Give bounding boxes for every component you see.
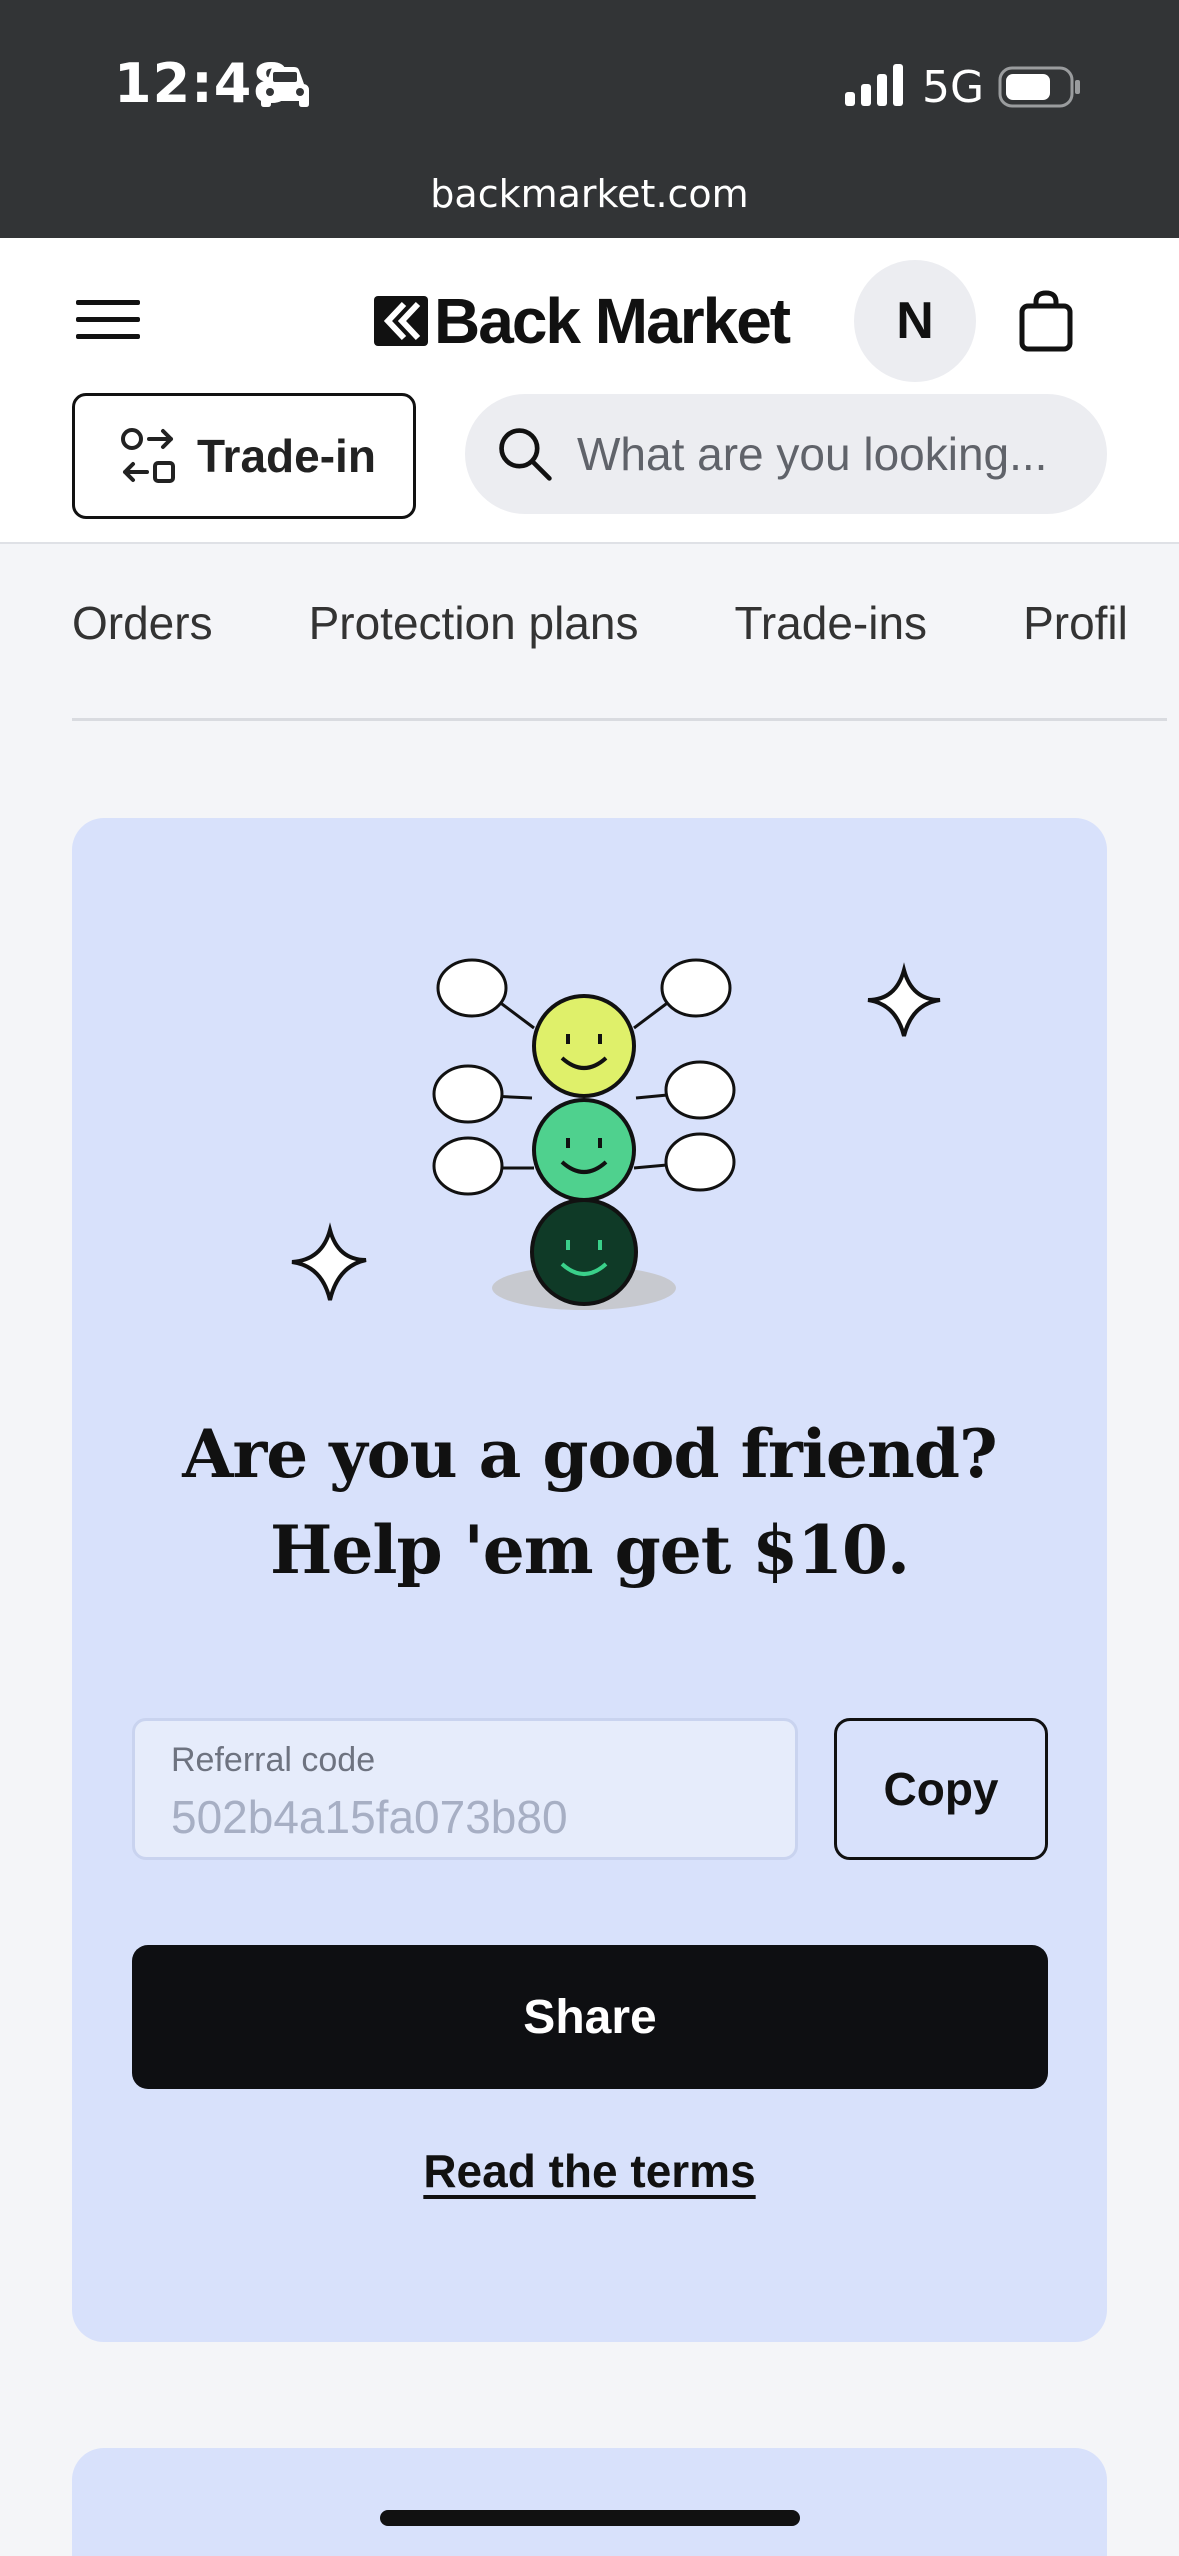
trade-in-label: Trade-in xyxy=(197,430,376,482)
tab-orders[interactable]: Orders xyxy=(72,596,213,650)
smiley-illustration xyxy=(291,958,941,1310)
sparkle-icon xyxy=(291,1222,367,1301)
signal-icon xyxy=(845,64,903,106)
headline-line-1: Are you a good friend? xyxy=(182,1415,997,1493)
sparkle-icon xyxy=(867,962,941,1037)
copy-button[interactable]: Copy xyxy=(834,1718,1048,1860)
url-bar[interactable]: backmarket.com xyxy=(0,172,1179,216)
tab-protection-plans[interactable]: Protection plans xyxy=(309,596,639,650)
tab-trade-ins[interactable]: Trade-ins xyxy=(734,596,927,650)
referral-headline: Are you a good friend? Help 'em get $10. xyxy=(72,1406,1107,1598)
account-tabs: Orders Protection plans Trade-ins Profil xyxy=(72,596,1179,720)
avatar[interactable]: N xyxy=(854,260,976,382)
referral-card: Are you a good friend? Help 'em get $10.… xyxy=(72,818,1107,2342)
search-input[interactable] xyxy=(577,427,1107,481)
search-icon xyxy=(499,428,552,481)
trade-in-icon xyxy=(121,428,175,483)
tabs-divider xyxy=(72,718,1167,721)
tab-profile[interactable]: Profil xyxy=(1023,596,1128,650)
referral-code-field[interactable]: Referral code 502b4a15fa073b80 xyxy=(132,1718,798,1860)
car-icon xyxy=(261,67,309,107)
back-market-logo[interactable]: Back Market xyxy=(374,285,791,357)
battery-icon xyxy=(998,66,1080,108)
network-type: 5G xyxy=(922,62,985,113)
home-indicator xyxy=(380,2510,800,2526)
logo-text: Back Market xyxy=(434,285,791,357)
search-bar[interactable] xyxy=(465,394,1107,514)
read-terms-link[interactable]: Read the terms xyxy=(72,2144,1107,2198)
status-bar: 12:48 5G backmarket.com xyxy=(0,0,1179,238)
bag-icon[interactable] xyxy=(1018,290,1074,352)
headline-line-2: Help 'em get $10. xyxy=(270,1511,910,1589)
share-button[interactable]: Share xyxy=(132,1945,1048,2089)
trade-in-button[interactable]: Trade-in xyxy=(72,393,416,519)
back-market-logo-mark xyxy=(374,296,428,346)
referral-code-label: Referral code xyxy=(171,1741,376,1779)
menu-icon[interactable] xyxy=(76,298,140,342)
next-card xyxy=(72,2448,1107,2556)
referral-code-value[interactable]: 502b4a15fa073b80 xyxy=(171,1790,759,1844)
